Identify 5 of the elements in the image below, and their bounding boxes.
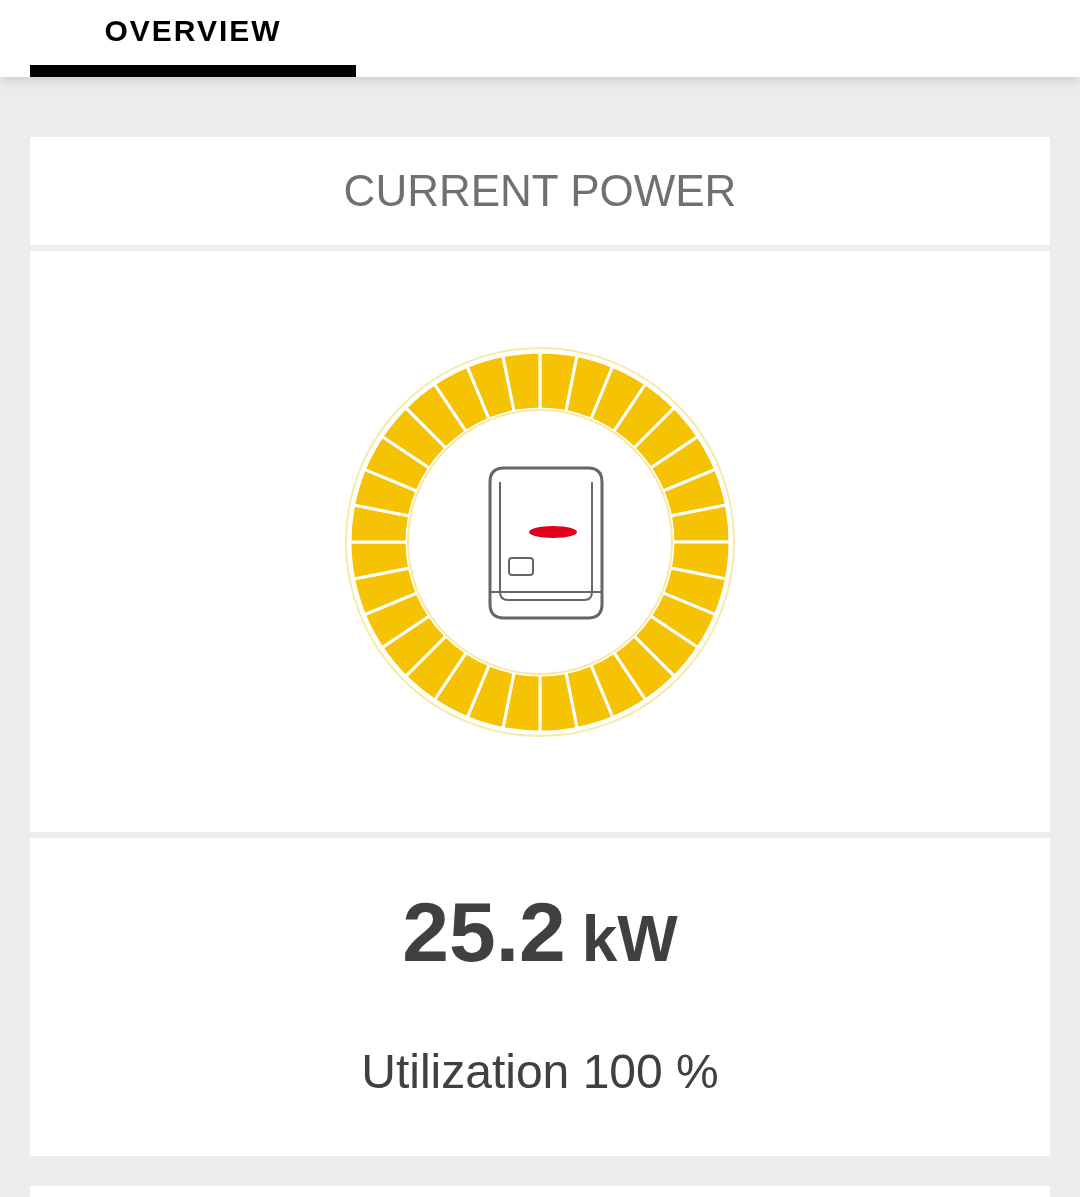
utilization-text: Utilization 100 % (361, 1044, 719, 1100)
power-value: 25.2 (402, 890, 566, 974)
card-title: CURRENT POWER (343, 165, 737, 217)
inverter-icon (488, 466, 604, 619)
power-unit: kW (581, 907, 678, 971)
